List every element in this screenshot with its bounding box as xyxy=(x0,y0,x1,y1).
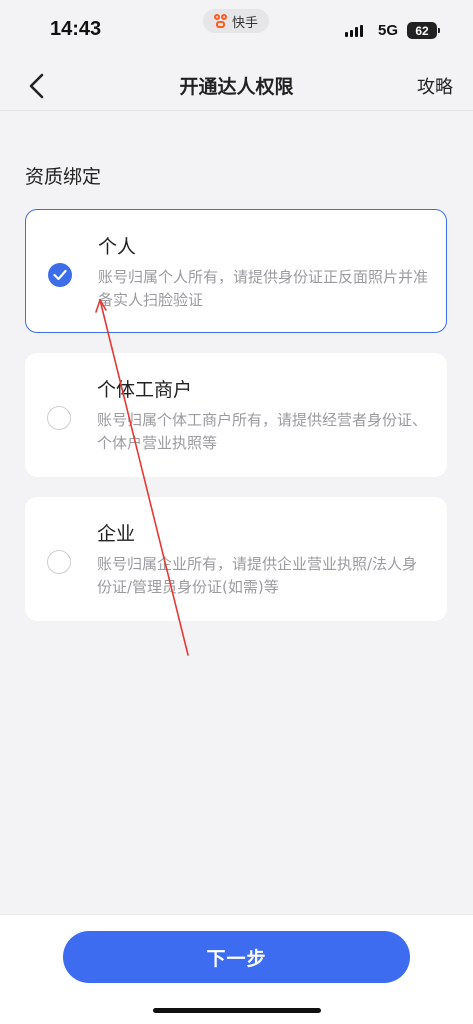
section-title: 资质绑定 xyxy=(25,166,102,188)
option-title: 个人 xyxy=(98,236,137,258)
option-card-individual[interactable]: 个人 账号归属个人所有，请提供身份证正反面照片并准备实人扫脸验证 xyxy=(25,209,447,333)
option-card-enterprise[interactable]: 企业 账号归属企业所有，请提供企业营业执照/法人身份证/管理员身份证(如需)等 xyxy=(25,497,447,621)
radio-unchecked-icon[interactable] xyxy=(47,406,71,430)
page-title: 开通达人权限 xyxy=(179,76,294,98)
next-step-button[interactable]: 下一步 xyxy=(63,931,410,983)
radio-checked-icon[interactable] xyxy=(48,263,72,287)
app-indicator-pill: 快手 xyxy=(203,9,269,33)
kuaishou-logo-icon xyxy=(213,14,228,28)
checkmark-icon xyxy=(53,269,67,281)
option-card-sole-proprietor[interactable]: 个体工商户 账号归属个体工商户所有，请提供经营者身份证、个体户营业执照等 xyxy=(25,353,447,477)
option-description: 账号归属个体工商户所有，请提供经营者身份证、个体户营业执照等 xyxy=(97,411,428,452)
option-description: 账号归属企业所有，请提供企业营业执照/法人身份证/管理员身份证(如需)等 xyxy=(97,555,418,596)
option-title: 个体工商户 xyxy=(97,379,193,401)
app-name: 快手 xyxy=(231,15,258,31)
home-indicator[interactable] xyxy=(153,1008,321,1013)
battery-icon: 62 xyxy=(407,22,440,39)
bottom-bar: 下一步 xyxy=(0,914,473,1024)
network-type: 5G xyxy=(378,22,399,39)
signal-strength-icon xyxy=(345,25,363,37)
option-description: 账号归属个人所有，请提供身份证正反面照片并准备实人扫脸验证 xyxy=(98,268,429,309)
nav-bar: 开通达人权限 攻略 xyxy=(0,62,473,111)
battery-level: 62 xyxy=(415,23,429,38)
option-title: 企业 xyxy=(97,523,136,545)
status-time: 14:43 xyxy=(50,18,102,40)
guide-link[interactable]: 攻略 xyxy=(417,73,453,99)
status-bar: 14:43 快手 5G 62 xyxy=(0,0,473,62)
radio-unchecked-icon[interactable] xyxy=(47,550,71,574)
